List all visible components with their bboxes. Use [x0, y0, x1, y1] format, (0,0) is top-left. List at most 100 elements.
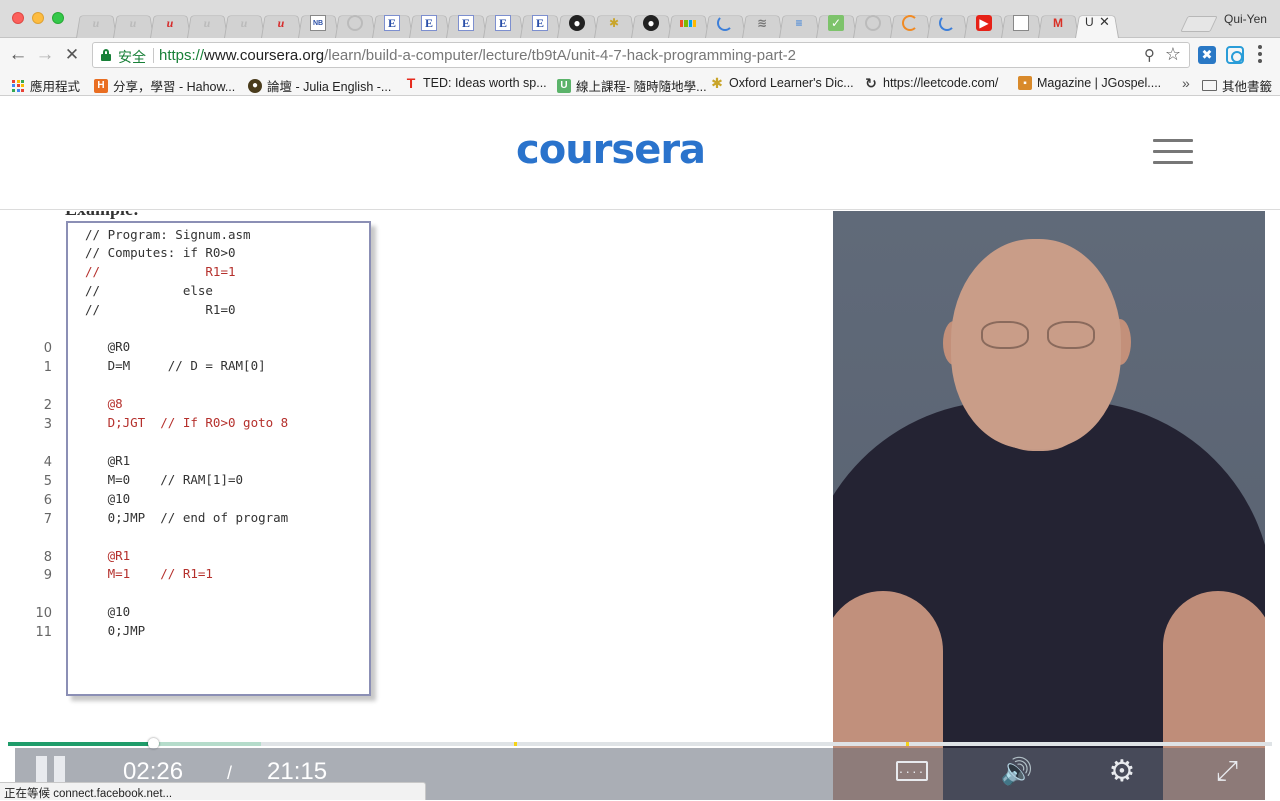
window-minimize-button[interactable] — [32, 12, 44, 24]
bookmark-item[interactable]: 應用程式 — [11, 76, 80, 95]
bookmark-item[interactable]: ↻ https://leetcode.com/ — [864, 75, 999, 91]
code-line: // Program: Signum.asm — [85, 227, 251, 242]
browser-tab[interactable] — [853, 7, 894, 38]
browser-tab[interactable]: ✓ — [816, 7, 857, 38]
jgospel-icon: ▪ — [1018, 76, 1032, 90]
browser-tab[interactable]: u — [76, 7, 117, 38]
browser-toolbar: ← → ✕ 安全 https://www.coursera.org/learn/… — [0, 38, 1280, 72]
browser-tab[interactable]: E — [372, 7, 413, 38]
url-text[interactable]: https://www.coursera.org/learn/build-a-c… — [159, 47, 796, 64]
settings-gear-icon[interactable]: ⚙ — [1104, 755, 1140, 788]
browser-tab[interactable]: u — [187, 7, 228, 38]
code-line: @R0 — [85, 339, 131, 354]
yelp-icon: ✱ — [608, 16, 620, 30]
subtitles-button[interactable]: ···· — [894, 756, 930, 786]
code-line: // else — [85, 283, 213, 298]
browser-tab[interactable]: NB — [298, 7, 339, 38]
line-number: 9 — [43, 568, 52, 583]
browser-tab[interactable]: ≋ — [742, 7, 783, 38]
line-number: 4 — [43, 455, 52, 470]
other-bookmarks[interactable]: 其他書籤 — [1202, 76, 1272, 95]
bookmark-label: 應用程式 — [30, 80, 81, 94]
bookmark-label: https://leetcode.com/ — [883, 76, 999, 90]
github-icon: ● — [569, 15, 585, 31]
status-bubble: 正在等候 connect.facebook.net... — [0, 782, 426, 800]
line-number: 5 — [43, 474, 52, 489]
bookmark-item[interactable]: ▪ Magazine | JGospel.... — [1018, 76, 1161, 90]
browser-tab[interactable] — [1001, 7, 1042, 38]
udemy-red-icon: u — [277, 15, 285, 30]
blue-arc-icon — [717, 15, 733, 31]
bookmark-label: 論壇 - Julia English -... — [267, 80, 392, 94]
e-letter-icon: E — [495, 15, 511, 31]
address-bar[interactable]: 安全 https://www.coursera.org/learn/build-… — [92, 42, 1190, 68]
code-line: @10 — [85, 604, 131, 619]
stop-loading-icon[interactable]: ✕ — [61, 44, 83, 66]
browser-tab[interactable]: u — [150, 7, 191, 38]
back-arrow-icon[interactable]: ← — [7, 44, 29, 66]
microsoft-icon — [680, 15, 696, 31]
browser-tab[interactable]: u — [113, 7, 154, 38]
bookmark-star-icon[interactable]: ☆ — [1165, 44, 1181, 65]
profile-name[interactable]: Qui-Yen — [1224, 12, 1267, 26]
line-number: 3 — [43, 417, 52, 432]
new-tab-button[interactable] — [1180, 16, 1218, 32]
line-number: 7 — [43, 512, 52, 527]
more-bookmarks-chevron-icon[interactable]: » — [1182, 75, 1190, 91]
bookmark-item[interactable]: ✱ Oxford Learner's Dic... — [710, 75, 854, 91]
bookmark-item[interactable]: H 分享，學習 - Hahow... — [94, 76, 235, 95]
browser-tab[interactable] — [668, 7, 709, 38]
browser-tab[interactable]: ● — [557, 7, 598, 38]
browser-tab[interactable]: u — [261, 7, 302, 38]
bookmark-item[interactable]: T TED: Ideas worth sp... — [404, 75, 547, 91]
chapter-marker[interactable] — [906, 742, 909, 746]
fullscreen-icon[interactable]: ⤢ — [1209, 755, 1245, 786]
other-bookmarks-label: 其他書籤 — [1222, 80, 1273, 94]
browser-tab[interactable]: u — [224, 7, 265, 38]
window-close-button[interactable] — [12, 12, 24, 24]
browser-tab[interactable]: E — [409, 7, 450, 38]
udemy-gray-icon: u — [203, 15, 211, 30]
e-letter-icon: E — [384, 15, 400, 31]
extension-x-icon[interactable]: ✖ — [1198, 46, 1216, 64]
browser-tab[interactable]: ▶ — [964, 7, 1005, 38]
browser-tab[interactable] — [705, 7, 746, 38]
volume-icon[interactable]: 🔊 — [999, 756, 1035, 786]
line-number: 6 — [43, 493, 52, 508]
funnel-icon: ≡ — [795, 16, 803, 30]
browser-tab[interactable] — [335, 7, 376, 38]
browser-tab[interactable]: ≡ — [779, 7, 820, 38]
code-line: // Computes: if R0>0 — [85, 245, 236, 260]
bookmark-item[interactable]: ● 論壇 - Julia English -... — [248, 76, 391, 95]
browser-tab[interactable] — [890, 7, 931, 38]
ted-icon: T — [406, 75, 416, 91]
browser-tab[interactable]: E — [446, 7, 487, 38]
chapter-marker[interactable] — [514, 742, 517, 746]
video-player[interactable]: Example: // Program: Signum.asm // Comput… — [15, 211, 1265, 800]
window-maximize-button[interactable] — [52, 12, 64, 24]
browser-tab[interactable] — [927, 7, 968, 38]
code-line: @10 — [85, 491, 131, 506]
browser-tab[interactable]: E — [520, 7, 561, 38]
close-tab-icon[interactable]: ✕ — [1099, 14, 1110, 30]
browser-tab[interactable]: E — [483, 7, 524, 38]
code-line: // R1=1 — [85, 264, 236, 279]
code-line: D=M // D = RAM[0] — [85, 358, 266, 373]
active-tab[interactable]: U ✕ — [1075, 7, 1119, 38]
extension-camera-icon[interactable] — [1226, 46, 1244, 64]
zoom-icon[interactable]: ⚲ — [1144, 46, 1155, 64]
browser-tab[interactable]: ● — [631, 7, 672, 38]
hamburger-menu-icon[interactable] — [1153, 139, 1193, 172]
browser-tab[interactable]: M — [1038, 7, 1079, 38]
code-line: @R1 — [85, 548, 131, 563]
played-bar — [8, 742, 154, 746]
bookmark-label: 線上課程- 隨時隨地學... — [576, 80, 707, 94]
e-letter-icon: E — [458, 15, 474, 31]
forward-arrow-icon[interactable]: → — [34, 44, 56, 66]
hahow-icon: H — [94, 78, 108, 93]
browser-tab[interactable]: ✱ — [594, 7, 635, 38]
coursera-logo[interactable]: coursera — [516, 127, 706, 173]
chrome-menu-icon[interactable] — [1258, 45, 1262, 66]
video-progress-bar[interactable] — [8, 738, 1272, 749]
bookmark-item[interactable]: U 線上課程- 隨時隨地學... — [557, 76, 707, 95]
